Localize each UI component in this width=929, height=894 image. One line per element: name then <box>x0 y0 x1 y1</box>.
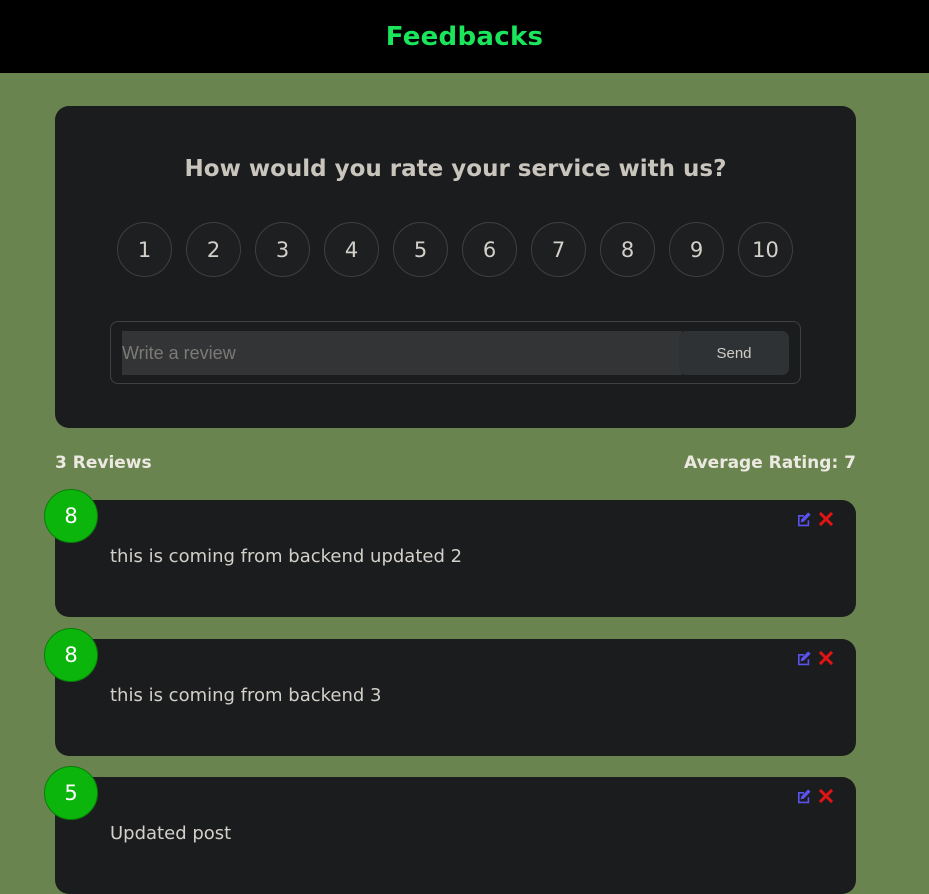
average-rating: Average Rating: 7 <box>684 453 856 473</box>
edit-icon[interactable] <box>796 788 812 804</box>
rating-options: 1 2 3 4 5 6 7 8 9 10 <box>117 222 793 277</box>
review-card: 5 Updated post <box>44 766 856 894</box>
rating-option-9[interactable]: 9 <box>669 222 724 277</box>
edit-icon[interactable] <box>796 650 812 666</box>
review-rating-badge: 8 <box>44 628 98 682</box>
app-title: Feedbacks <box>385 21 544 52</box>
rating-option-3[interactable]: 3 <box>255 222 310 277</box>
review-rating-badge: 5 <box>44 766 98 820</box>
rating-option-1[interactable]: 1 <box>117 222 172 277</box>
rating-option-8[interactable]: 8 <box>600 222 655 277</box>
close-icon[interactable] <box>819 650 833 666</box>
rating-option-5[interactable]: 5 <box>393 222 448 277</box>
rating-option-7[interactable]: 7 <box>531 222 586 277</box>
app-header: Feedbacks <box>0 0 929 73</box>
review-count: 3 Reviews <box>55 453 152 473</box>
review-card: 8 this is coming from backend updated 2 <box>44 489 856 617</box>
review-text: Updated post <box>110 823 232 844</box>
review-card: 8 this is coming from backend 3 <box>44 628 856 756</box>
rating-question: How would you rate your service with us? <box>184 156 727 182</box>
edit-icon[interactable] <box>796 511 812 527</box>
review-text: this is coming from backend 3 <box>110 685 382 706</box>
rating-option-10[interactable]: 10 <box>738 222 793 277</box>
review-rating-badge: 8 <box>44 489 98 543</box>
rating-option-4[interactable]: 4 <box>324 222 379 277</box>
review-input[interactable] <box>122 331 682 375</box>
review-form: Send <box>110 321 801 384</box>
rating-option-2[interactable]: 2 <box>186 222 241 277</box>
close-icon[interactable] <box>819 511 833 527</box>
close-icon[interactable] <box>819 788 833 804</box>
rating-option-6[interactable]: 6 <box>462 222 517 277</box>
rating-card: How would you rate your service with us?… <box>55 106 856 428</box>
review-text: this is coming from backend updated 2 <box>110 546 463 567</box>
send-button[interactable]: Send <box>679 331 789 375</box>
